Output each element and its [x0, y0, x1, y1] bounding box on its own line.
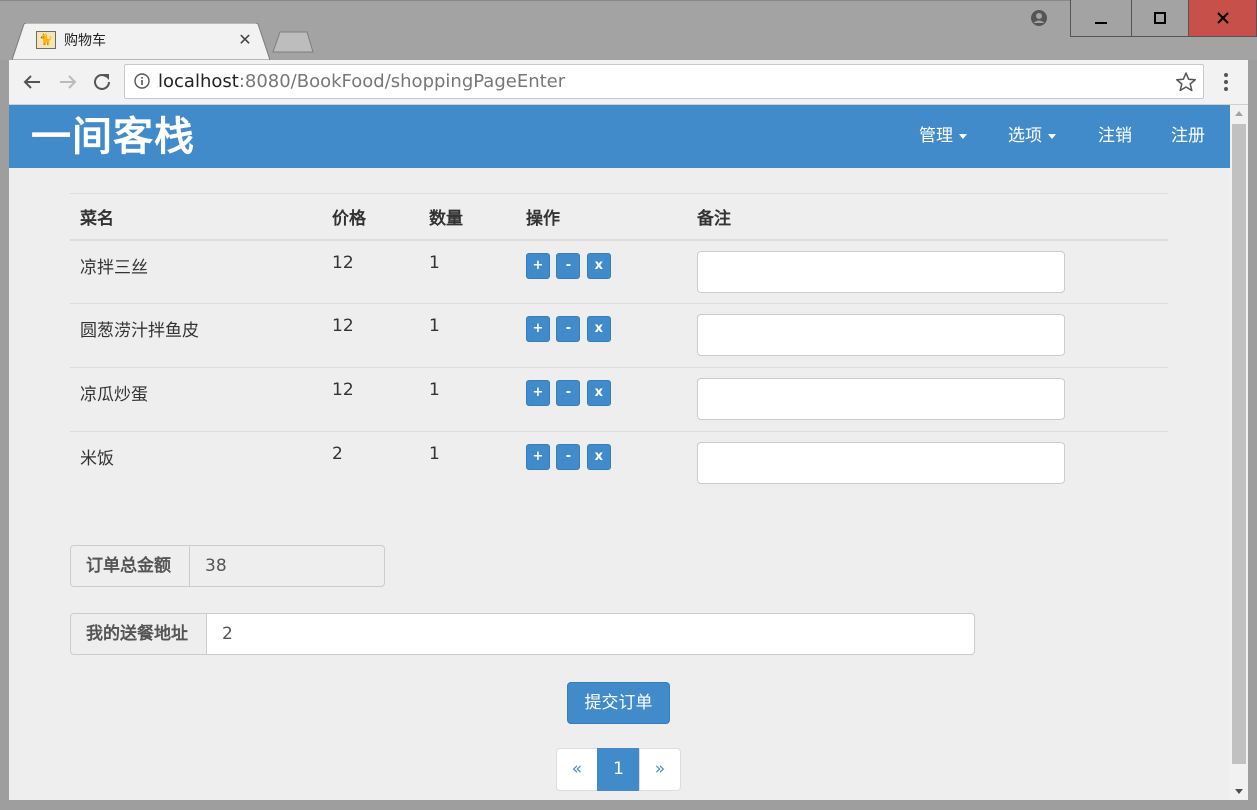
order-total-field: 38 — [190, 545, 385, 587]
site-navbar: 一间客栈 管理 选项 注销 注册 — [9, 105, 1230, 168]
dish-name: 凉瓜炒蛋 — [70, 367, 322, 432]
page-viewport: 一间客栈 管理 选项 注销 注册 菜名 价格 数量 操作 备注 凉拌三丝 12 … — [9, 105, 1230, 800]
dish-price: 12 — [322, 303, 419, 368]
row-operations: + - x — [516, 239, 687, 304]
table-header-row: 菜名 价格 数量 操作 备注 — [70, 193, 1168, 241]
header-quantity: 数量 — [419, 193, 516, 241]
remove-item-button[interactable]: x — [586, 252, 611, 279]
dish-quantity: 1 — [419, 239, 516, 304]
scrollbar-thumb[interactable] — [1232, 124, 1246, 764]
remark-cell — [687, 303, 1168, 368]
cart-table: 菜名 价格 数量 操作 备注 凉拌三丝 12 1 + - x 圆葱涝汁拌鱼皮 1… — [70, 193, 1168, 496]
remove-item-button[interactable]: x — [586, 444, 611, 470]
tab-favicon-icon: 🐈 — [36, 31, 56, 49]
increase-quantity-button[interactable]: + — [526, 316, 550, 342]
order-total-label: 订单总金额 — [70, 545, 190, 587]
remove-item-button[interactable]: x — [586, 380, 611, 406]
row-operations: + - x — [516, 431, 687, 496]
dish-name: 凉拌三丝 — [70, 239, 322, 304]
remark-input[interactable] — [697, 250, 1065, 293]
remark-input[interactable] — [697, 442, 1065, 484]
site-brand[interactable]: 一间客栈 — [31, 111, 195, 163]
account-icon[interactable] — [1030, 9, 1048, 27]
remark-cell — [687, 367, 1168, 432]
increase-quantity-button[interactable]: + — [526, 444, 550, 470]
url-text[interactable]: localhost:8080/BookFood/shoppingPageEnte… — [158, 70, 565, 94]
nav-options-dropdown[interactable]: 选项 — [1008, 125, 1056, 147]
tab-title: 购物车 — [64, 33, 106, 49]
decrease-quantity-button[interactable]: - — [556, 444, 581, 470]
dish-name: 圆葱涝汁拌鱼皮 — [70, 303, 322, 368]
nav-manage-label: 管理 — [919, 126, 953, 146]
caret-down-icon — [959, 133, 967, 139]
forward-arrow-icon[interactable] — [56, 70, 80, 94]
remark-cell — [687, 239, 1168, 304]
dish-quantity: 1 — [419, 431, 516, 496]
dish-price: 12 — [322, 367, 419, 432]
table-row: 圆葱涝汁拌鱼皮 12 1 + - x — [70, 303, 1168, 368]
submit-order-button[interactable]: 提交订单 — [567, 682, 670, 724]
nav-register-link[interactable]: 注册 — [1171, 125, 1205, 147]
increase-quantity-button[interactable]: + — [526, 380, 550, 406]
nav-logout-link[interactable]: 注销 — [1098, 125, 1132, 147]
nav-options-label: 选项 — [1008, 126, 1042, 146]
minimize-button[interactable] — [1070, 0, 1131, 37]
table-row: 凉瓜炒蛋 12 1 + - x — [70, 367, 1168, 432]
window-frame-right — [1248, 60, 1257, 810]
maximize-button[interactable] — [1131, 0, 1189, 37]
scroll-up-arrow-icon[interactable] — [1230, 105, 1248, 123]
dish-quantity: 1 — [419, 367, 516, 432]
bookmark-star-icon[interactable] — [1175, 71, 1197, 93]
minimize-icon — [1095, 22, 1107, 24]
back-arrow-icon[interactable] — [20, 70, 44, 94]
tab-close-icon[interactable]: ✕ — [236, 30, 254, 50]
decrease-quantity-button[interactable]: - — [556, 252, 581, 279]
header-operations: 操作 — [516, 193, 687, 241]
url-host: localhost — [158, 71, 239, 92]
scroll-down-arrow-icon[interactable] — [1230, 782, 1248, 800]
url-path: :8080/BookFood/shoppingPageEnter — [238, 71, 566, 92]
delivery-address-input[interactable]: 2 — [207, 613, 975, 655]
table-row: 米饭 2 1 + - x — [70, 431, 1168, 496]
window-frame-bottom — [0, 800, 1257, 810]
reload-icon[interactable] — [90, 70, 114, 94]
remark-input[interactable] — [697, 378, 1065, 420]
row-operations: + - x — [516, 367, 687, 432]
header-remark: 备注 — [687, 193, 1168, 241]
browser-menu-icon[interactable] — [1216, 70, 1236, 94]
remark-cell — [687, 431, 1168, 496]
header-dish-name: 菜名 — [70, 193, 322, 241]
decrease-quantity-button[interactable]: - — [556, 316, 581, 342]
header-price: 价格 — [322, 193, 419, 241]
dish-price: 2 — [322, 431, 419, 496]
row-operations: + - x — [516, 303, 687, 368]
delivery-address-label: 我的送餐地址 — [70, 613, 207, 655]
new-tab-button[interactable] — [272, 31, 314, 53]
info-icon[interactable] — [134, 73, 150, 89]
table-row: 凉拌三丝 12 1 + - x — [70, 239, 1168, 304]
dish-name: 米饭 — [70, 431, 322, 496]
pagination-page-current[interactable]: 1 — [597, 748, 640, 791]
window-frame-left — [0, 60, 9, 810]
remark-input[interactable] — [697, 314, 1065, 356]
pagination-prev[interactable]: « — [556, 748, 598, 791]
remove-item-button[interactable]: x — [586, 316, 611, 342]
pagination-next[interactable]: » — [639, 748, 681, 791]
caret-down-icon — [1048, 133, 1056, 139]
decrease-quantity-button[interactable]: - — [556, 380, 581, 406]
close-window-button[interactable] — [1189, 0, 1257, 37]
dish-quantity: 1 — [419, 303, 516, 368]
dish-price: 12 — [322, 239, 419, 304]
maximize-icon — [1154, 12, 1166, 24]
nav-manage-dropdown[interactable]: 管理 — [919, 125, 967, 147]
close-icon — [1216, 12, 1229, 24]
increase-quantity-button[interactable]: + — [526, 252, 550, 279]
